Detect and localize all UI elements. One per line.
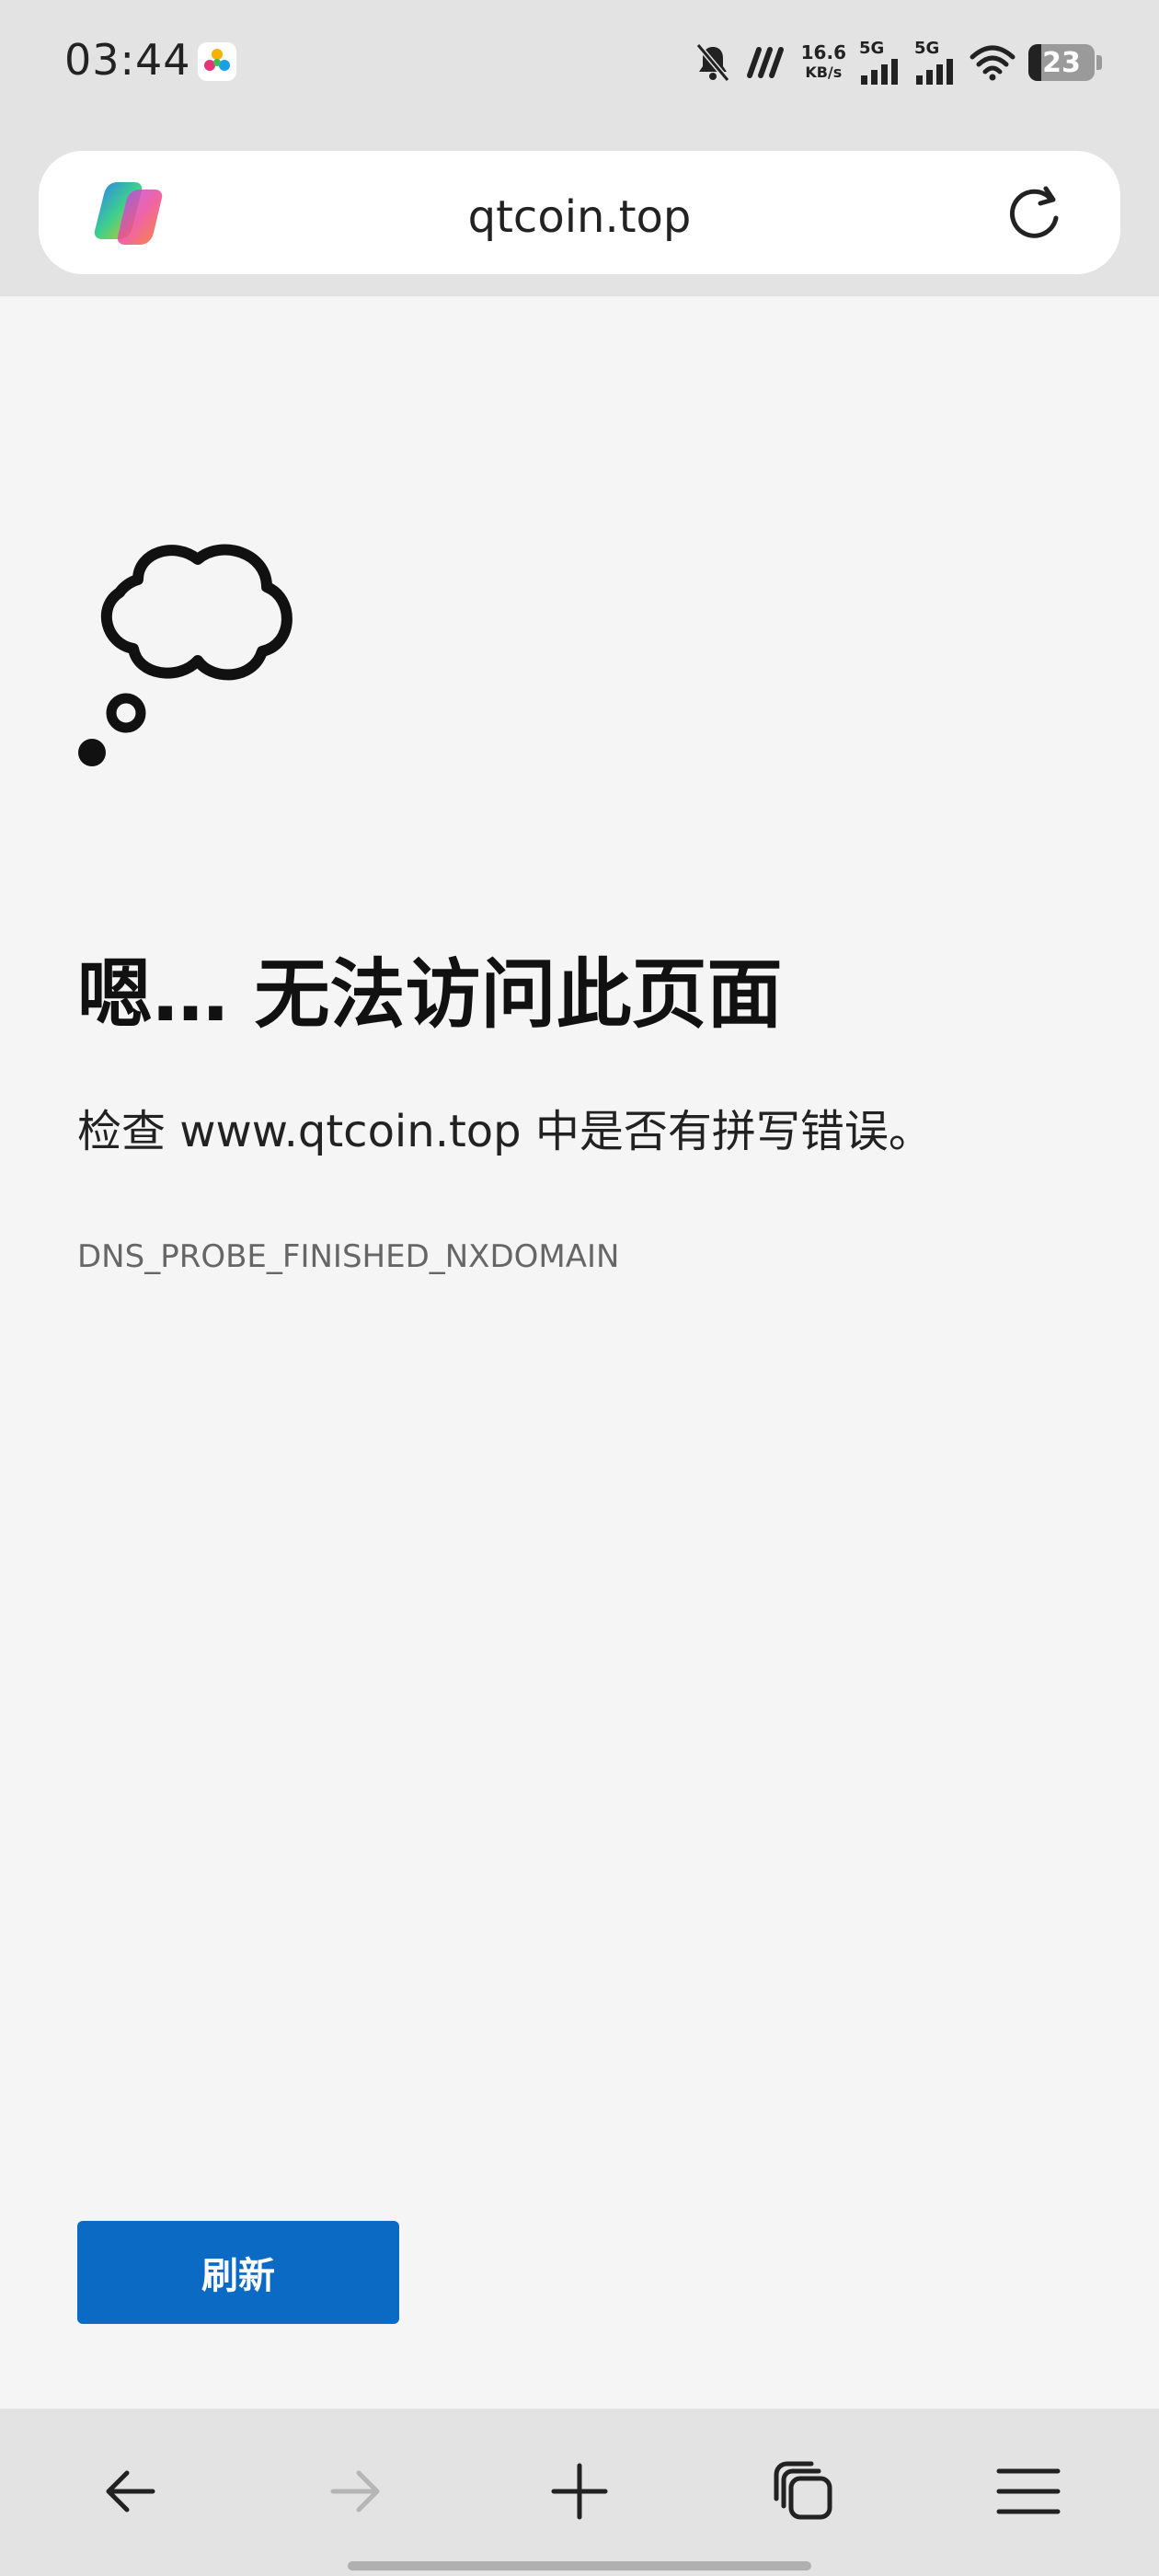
thought-bubble-icon	[74, 534, 313, 782]
signal-bars-icon	[916, 59, 953, 85]
new-tab-button[interactable]	[524, 2436, 635, 2547]
network-speed: 16.6 KB/s	[801, 42, 846, 83]
home-indicator[interactable]	[348, 2561, 811, 2570]
menu-icon	[996, 2468, 1061, 2514]
wifi-icon	[970, 45, 1016, 81]
error-hint: 检查 www.qtcoin.top 中是否有拼写错误。	[77, 1106, 933, 1157]
sim2-network-label: 5G	[914, 39, 940, 58]
sim1-network-label: 5G	[859, 39, 885, 58]
battery-icon: 23	[1028, 44, 1102, 81]
browser-toolbar: qtcoin.top	[0, 129, 1159, 296]
tabs-button[interactable]	[749, 2436, 859, 2547]
error-title: 嗯… 无法访问此页面	[77, 951, 783, 1039]
reload-button[interactable]	[1001, 180, 1067, 247]
notification-app-icon	[198, 42, 236, 81]
arrow-left-icon	[106, 2470, 155, 2513]
back-button[interactable]	[75, 2436, 186, 2547]
sim2-signal: 5G	[914, 40, 957, 85]
reload-icon	[1010, 186, 1059, 238]
error-code: DNS_PROBE_FINISHED_NXDOMAIN	[77, 1238, 620, 1275]
vibrate-mode-icon	[746, 47, 784, 78]
refresh-button[interactable]: 刷新	[77, 2221, 399, 2324]
status-time: 03:44	[64, 35, 191, 85]
status-bar: 03:44 16.6 KB/s 5G 5G 23	[0, 0, 1159, 129]
battery-level: 23	[1042, 46, 1081, 79]
forward-button[interactable]	[300, 2436, 410, 2547]
tabs-icon	[774, 2461, 832, 2520]
sim1-signal: 5G	[859, 40, 901, 85]
network-speed-value: 16.6	[800, 41, 846, 63]
network-speed-unit: KB/s	[805, 63, 843, 81]
bottom-navigation	[0, 2409, 1159, 2576]
plus-icon	[551, 2463, 608, 2520]
mute-bell-icon	[695, 43, 729, 82]
menu-button[interactable]	[973, 2436, 1084, 2547]
error-page: 嗯… 无法访问此页面 检查 www.qtcoin.top 中是否有拼写错误。 D…	[0, 296, 1159, 2409]
address-bar[interactable]: qtcoin.top	[39, 151, 1120, 274]
status-indicators: 16.6 KB/s 5G 5G 23	[694, 37, 1102, 88]
arrow-right-icon	[330, 2470, 380, 2513]
url-text[interactable]: qtcoin.top	[39, 191, 1120, 243]
signal-bars-icon	[861, 59, 898, 85]
